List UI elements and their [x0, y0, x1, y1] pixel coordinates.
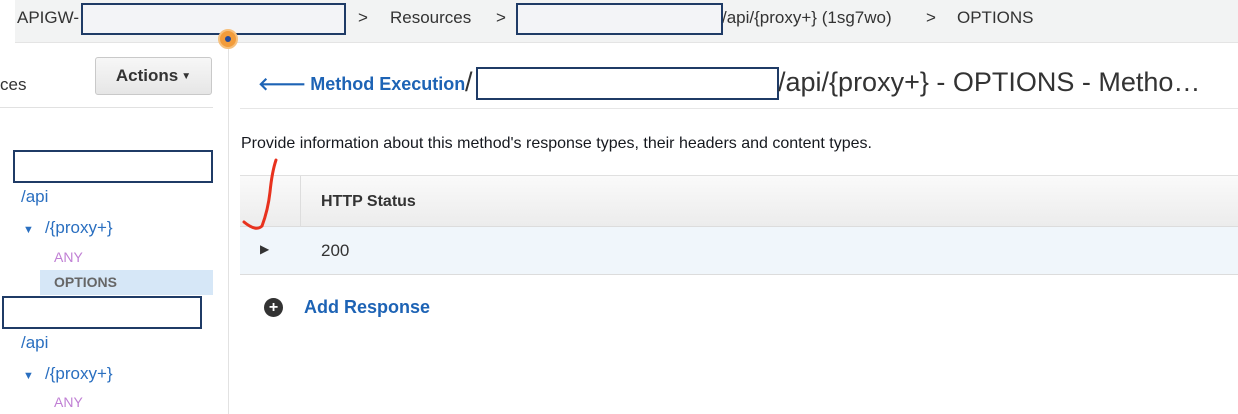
annotation-checkmark	[242, 158, 278, 230]
